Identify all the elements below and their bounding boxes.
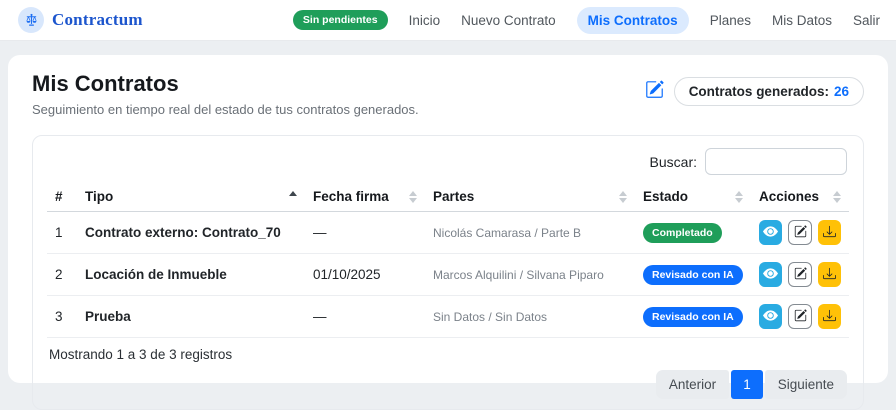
download-button[interactable]	[817, 304, 842, 329]
download-button[interactable]	[817, 220, 842, 245]
pagination-next-button[interactable]: Siguiente	[764, 370, 847, 399]
pending-status-badge: Sin pendientes	[292, 10, 388, 30]
counter-value: 26	[833, 84, 849, 99]
brand[interactable]: Contractum	[18, 7, 143, 33]
nav-item-nuevo-contrato[interactable]: Nuevo Contrato	[461, 13, 556, 28]
status-badge: Completado	[643, 222, 722, 243]
pencil-square-icon	[794, 308, 807, 325]
sort-icon	[833, 190, 841, 203]
download-button[interactable]	[817, 262, 842, 287]
nav-item-inicio[interactable]: Inicio	[409, 13, 441, 28]
pagination-page-1-button[interactable]: 1	[731, 370, 763, 399]
row-number: 3	[47, 295, 77, 338]
nav-item-mis-datos[interactable]: Mis Datos	[772, 13, 832, 28]
table-info: Mostrando 1 a 3 de 3 registros	[49, 347, 233, 362]
contract-type: Contrato externo: Contrato_70	[77, 211, 305, 254]
page-title: Mis Contratos	[32, 71, 179, 96]
pencil-square-icon	[794, 224, 807, 241]
download-icon	[822, 225, 836, 241]
row-number: 2	[47, 253, 77, 296]
brand-name[interactable]: Contractum	[52, 10, 143, 30]
search-input[interactable]	[705, 148, 847, 175]
sort-icon	[409, 190, 417, 203]
search-label: Buscar:	[649, 153, 697, 170]
column-header-estado[interactable]: Estado	[635, 183, 751, 212]
column-header-num: #	[47, 183, 77, 212]
contract-parties: Sin Datos / Sin Datos	[425, 295, 635, 338]
contract-parties: Nicolás Camarasa / Parte B	[425, 211, 635, 254]
pagination: Anterior 1 Siguiente	[655, 370, 847, 399]
sort-icon	[735, 190, 743, 203]
pagination-prev-button[interactable]: Anterior	[655, 370, 730, 399]
row-number: 1	[47, 211, 77, 254]
edit-button[interactable]	[788, 304, 812, 329]
eye-icon	[763, 266, 779, 284]
contract-date: —	[305, 211, 425, 254]
status-badge: Revisado con IA	[643, 264, 743, 285]
pencil-square-icon	[794, 266, 807, 283]
download-icon	[822, 309, 836, 325]
contracts-table: # Tipo Fecha firma Partes Estado Accione…	[47, 183, 849, 338]
contract-parties: Marcos Alquilini / Silvana Piparo	[425, 253, 635, 296]
nav-item-mis-contratos[interactable]: Mis Contratos	[576, 6, 689, 34]
status-badge: Revisado con IA	[643, 306, 743, 327]
view-button[interactable]	[759, 304, 783, 329]
top-navbar: Contractum Sin pendientes Inicio Nuevo C…	[0, 0, 896, 41]
file-edit-icon	[645, 80, 664, 104]
nav-links: Sin pendientes Inicio Nuevo Contrato Mis…	[292, 6, 880, 34]
column-header-tipo[interactable]: Tipo	[77, 183, 305, 212]
eye-icon	[763, 224, 779, 242]
contract-date: —	[305, 295, 425, 338]
contract-date: 01/10/2025	[305, 253, 425, 296]
column-header-partes[interactable]: Partes	[425, 183, 635, 212]
contract-type: Locación de Inmueble	[77, 253, 305, 296]
contracts-card: Mis Contratos Seguimiento en tiempo real…	[8, 55, 888, 410]
view-button[interactable]	[759, 220, 783, 245]
nav-item-salir[interactable]: Salir	[853, 13, 880, 28]
table-row: 3 Prueba — Sin Datos / Sin Datos Revisad…	[47, 295, 849, 338]
download-icon	[822, 267, 836, 283]
sort-icon	[619, 190, 627, 203]
contracts-counter-pill: Contratos generados: 26	[673, 77, 864, 106]
page-heading: Mis Contratos Seguimiento en tiempo real…	[32, 69, 419, 117]
sort-asc-icon	[289, 190, 297, 203]
column-header-acciones[interactable]: Acciones	[751, 183, 849, 212]
edit-button[interactable]	[788, 220, 812, 245]
nav-item-planes[interactable]: Planes	[710, 13, 751, 28]
view-button[interactable]	[759, 262, 783, 287]
counter-label: Contratos generados:	[688, 84, 829, 99]
table-row: 1 Contrato externo: Contrato_70 — Nicolá…	[47, 211, 849, 254]
column-header-fecha-firma[interactable]: Fecha firma	[305, 183, 425, 212]
eye-icon	[763, 308, 779, 326]
table-row: 2 Locación de Inmueble 01/10/2025 Marcos…	[47, 253, 849, 296]
contracts-table-panel: Buscar: # Tipo Fecha firma Partes Estado…	[32, 135, 864, 410]
page-subtitle: Seguimiento en tiempo real del estado de…	[32, 102, 419, 117]
edit-button[interactable]	[788, 262, 812, 287]
contract-type: Prueba	[77, 295, 305, 338]
scales-icon	[18, 7, 44, 33]
